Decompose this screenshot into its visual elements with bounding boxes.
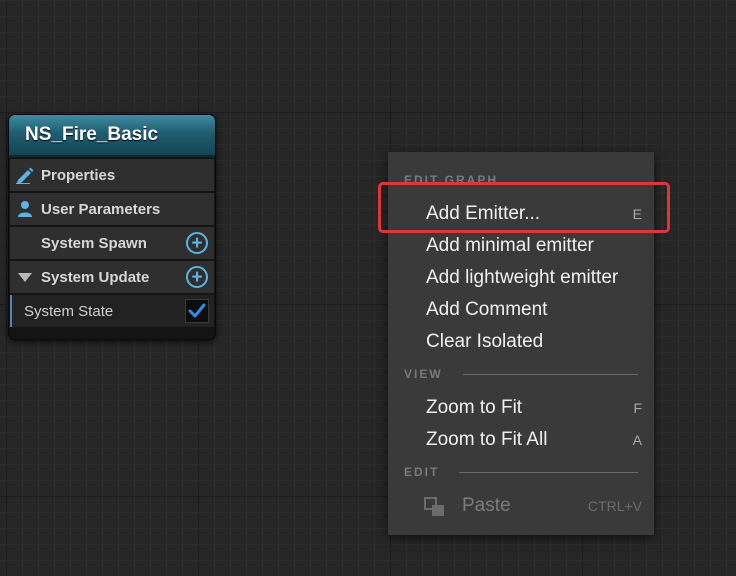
menu-item-add-comment[interactable]: Add Comment (426, 295, 642, 325)
section-divider (462, 373, 638, 375)
menu-item-add-minimal-emitter[interactable]: Add minimal emitter (426, 231, 642, 261)
system-update-label: System Update (41, 268, 150, 286)
system-state-label: System State (24, 302, 114, 320)
checkmark-icon (188, 303, 206, 318)
node-row-user-parameters[interactable]: User Parameters (10, 193, 214, 225)
user-icon (13, 200, 37, 218)
menu-item-zoom-to-fit-all[interactable]: Zoom to Fit All A (426, 425, 642, 455)
section-edit-label: EDIT (404, 465, 440, 479)
user-parameters-label: User Parameters (41, 200, 161, 218)
section-view-label: VIEW (404, 367, 443, 381)
node-row-system-spawn[interactable]: System Spawn + (10, 227, 214, 259)
menu-item-paste[interactable]: Paste CTRL+V (424, 491, 642, 521)
niagara-system-node[interactable]: NS_Fire_Basic Properties User Parameters… (8, 114, 216, 340)
node-row-system-state[interactable]: System State (10, 295, 214, 327)
zoom-to-fit-all-shortcut: A (632, 432, 642, 448)
add-minimal-emitter-label: Add minimal emitter (426, 235, 594, 256)
pencil-icon (13, 166, 37, 184)
highlight-box (378, 182, 670, 233)
zoom-to-fit-shortcut: F (633, 400, 642, 416)
paste-icon (424, 497, 444, 516)
add-lightweight-emitter-label: Add lightweight emitter (426, 267, 619, 288)
node-title[interactable]: NS_Fire_Basic (9, 115, 215, 157)
section-divider (459, 471, 638, 473)
collapse-triangle-icon[interactable] (13, 271, 37, 283)
paste-shortcut: CTRL+V (587, 498, 642, 514)
section-view: VIEW (404, 366, 638, 382)
section-edit: EDIT (404, 464, 638, 480)
menu-item-add-lightweight-emitter[interactable]: Add lightweight emitter (426, 263, 642, 293)
clear-isolated-label: Clear Isolated (426, 331, 544, 352)
zoom-to-fit-all-label: Zoom to Fit All (426, 429, 548, 450)
menu-item-clear-isolated[interactable]: Clear Isolated (426, 327, 642, 357)
add-module-update-button[interactable]: + (186, 266, 208, 288)
zoom-to-fit-label: Zoom to Fit (426, 397, 523, 418)
properties-label: Properties (41, 166, 116, 184)
system-spawn-label: System Spawn (41, 234, 147, 252)
node-row-system-update[interactable]: System Update + (10, 261, 214, 293)
add-comment-label: Add Comment (426, 299, 548, 320)
add-module-spawn-button[interactable]: + (186, 232, 208, 254)
node-row-properties[interactable]: Properties (10, 159, 214, 191)
menu-item-zoom-to-fit[interactable]: Zoom to Fit F (426, 393, 642, 423)
system-state-checkbox[interactable] (185, 299, 209, 323)
paste-label: Paste (462, 495, 511, 516)
